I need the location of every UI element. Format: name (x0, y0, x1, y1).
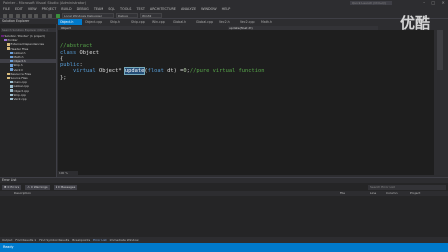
error-filters: ✖ 0 Errors ⚠ 0 Warnings ℹ 0 Messages (2, 185, 78, 190)
file-icon (10, 80, 13, 84)
redo-icon[interactable] (48, 13, 52, 18)
back-icon[interactable] (3, 13, 7, 18)
menu-architecture[interactable]: ARCHITECTURE (150, 7, 176, 11)
code-line-6: }; (60, 75, 265, 81)
error-search-input[interactable]: Search Error List (368, 185, 446, 190)
error-list-header-row: Description File Line Column Project (0, 191, 448, 196)
code-keyword: float (147, 68, 164, 75)
file-icon (10, 64, 13, 67)
file-icon (10, 68, 13, 71)
scrollbar-thumb[interactable] (437, 30, 443, 70)
save-icon[interactable] (28, 13, 32, 18)
member-dropdown[interactable]: update(float dt) (228, 25, 378, 30)
file-icon (7, 47, 10, 50)
column-header-column[interactable]: Column (386, 191, 398, 196)
file-icon (10, 89, 13, 92)
tree-item-label: Vec2.cpp (13, 97, 27, 101)
code-keyword: class (60, 49, 77, 56)
column-header-file[interactable]: File (340, 191, 345, 196)
debugger-select[interactable]: Local Windows Debugger (62, 13, 114, 18)
file-icon (10, 55, 13, 59)
menu-analyze[interactable]: ANALYZE (181, 7, 196, 11)
column-header-description[interactable]: Description (14, 191, 31, 196)
tree-item[interactable]: Vec2.cpp (0, 97, 57, 101)
open-file-icon[interactable] (22, 13, 26, 18)
error-list-panel: Error List ✖ 0 Errors ⚠ 0 Warnings ℹ 0 M… (0, 177, 448, 237)
menu-team[interactable]: TEAM (94, 7, 103, 11)
quick-launch-input[interactable]: Quick Launch (Ctrl+Q) (350, 1, 392, 5)
solution-explorer-title: Solution Explorer (0, 19, 57, 24)
youku-watermark: 优酷 (400, 14, 431, 32)
menu-edit[interactable]: EDIT (15, 7, 23, 11)
menu-help[interactable]: HELP (222, 7, 231, 11)
menu-debug[interactable]: DEBUG (77, 7, 89, 11)
configuration-select[interactable]: Debug (116, 13, 138, 18)
file-icon (10, 51, 13, 55)
new-project-icon[interactable] (16, 13, 20, 18)
errors-filter-button[interactable]: ✖ 0 Errors (2, 185, 22, 190)
menu-window[interactable]: WINDOW (201, 7, 217, 11)
panel-tab-find-results-1[interactable]: Find Results 1 (15, 238, 36, 242)
file-icon (4, 38, 7, 42)
file-icon (10, 59, 13, 63)
code-line-5: virtual Object* update(float dt) =0;//pu… (60, 67, 265, 76)
code-brace: { (60, 55, 64, 62)
code-class-name: Object (76, 49, 99, 56)
panel-tab-find-symbol-results[interactable]: Find Symbol Results (39, 238, 69, 242)
start-debugging-icon[interactable] (56, 13, 60, 18)
status-text: Ready (3, 245, 14, 249)
platform-select[interactable]: Win32 (140, 13, 162, 18)
code-comment: //pure virtual function (189, 68, 265, 75)
messages-filter-button[interactable]: ℹ 0 Messages (53, 185, 78, 190)
menu-file[interactable]: FILE (3, 7, 10, 11)
warnings-filter-button[interactable]: ⚠ 0 Warnings (25, 185, 50, 190)
status-bar: Ready (0, 243, 448, 252)
code-brace: }; (60, 74, 67, 81)
zoom-level[interactable]: 100 % (58, 171, 78, 175)
column-header-project[interactable]: Project (410, 191, 420, 196)
file-icon (7, 43, 10, 46)
menu-build[interactable]: BUILD (61, 7, 71, 11)
panel-tab-output[interactable]: Output (2, 238, 12, 242)
file-icon (10, 85, 13, 88)
undo-icon[interactable] (42, 13, 46, 18)
class-dropdown[interactable]: Object (60, 25, 180, 30)
error-list-title: Error List (0, 178, 448, 183)
menu-tools[interactable]: TOOLS (120, 7, 131, 11)
file-icon (1, 34, 4, 38)
menu-project[interactable]: PROJECT (42, 7, 57, 11)
menu-sql[interactable]: SQL (108, 7, 115, 11)
toolbar: Local Windows Debugger Debug Win32 (0, 12, 448, 19)
panel-tab-breakpoints[interactable]: Breakpoints (72, 238, 90, 242)
solution-search-input[interactable]: Search Solution Explorer (Ctrl+;) (1, 28, 56, 32)
panel-tab-immediate-window[interactable]: Immediate Window (110, 238, 139, 242)
menu-view[interactable]: VIEW (28, 7, 37, 11)
window-title: Pointer - Microsoft Visual Studio (Admin… (3, 1, 87, 5)
code-keyword: virtual (72, 68, 96, 75)
file-icon (7, 76, 10, 80)
solution-explorer: Solution Explorer Search Solution Explor… (0, 19, 57, 195)
menu-test[interactable]: TEST (136, 7, 144, 11)
file-icon (10, 97, 13, 101)
code-params: dt) = (163, 68, 184, 75)
file-icon (10, 93, 13, 97)
panel-tab-error-list[interactable]: Error List (93, 238, 107, 242)
forward-icon[interactable] (9, 13, 13, 18)
code-selected-identifier[interactable]: update (123, 67, 146, 76)
column-header-line[interactable]: Line (370, 191, 376, 196)
editor-navigation-bar: Object update(float dt) (58, 25, 434, 30)
code-return-type: Object* (95, 68, 125, 75)
code-comment: //abstract (60, 43, 93, 50)
code-text[interactable]: //abstract class Object{public: virtual O… (60, 37, 265, 87)
save-all-icon[interactable] (34, 13, 38, 18)
file-icon (7, 72, 10, 76)
